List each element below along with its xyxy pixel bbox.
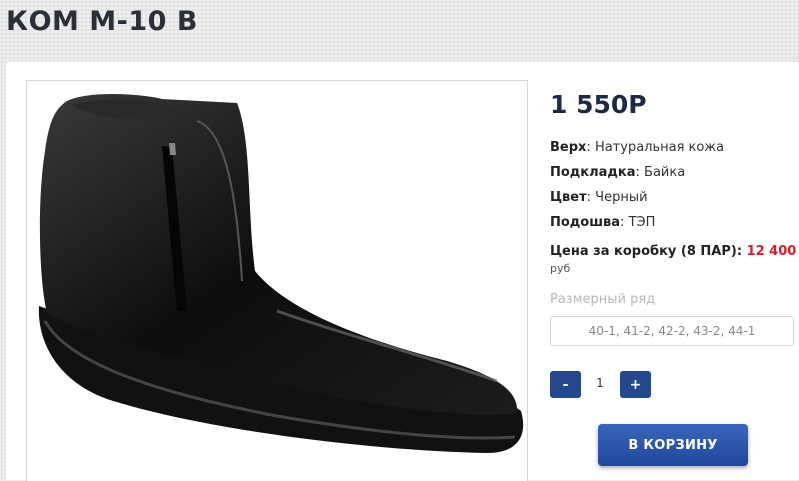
- box-price: Цена за коробку (8 ПАР): 12 400: [550, 244, 796, 259]
- spec-color: Цвет: Черный: [550, 190, 648, 205]
- spec-label: Верх: [550, 140, 587, 155]
- product-price: 1 550Р: [550, 90, 647, 119]
- quantity-minus-button[interactable]: -: [550, 371, 581, 398]
- spec-value: Байка: [644, 165, 686, 180]
- boot-icon: [38, 94, 524, 453]
- box-price-value: 12 400: [746, 244, 797, 259]
- product-title: КОМ М-10 В: [6, 6, 198, 37]
- spec-value: Натуральная кожа: [594, 140, 725, 155]
- spec-lining: Подкладка: Байка: [550, 165, 686, 180]
- size-range-field[interactable]: 40-1, 41-2, 42-2, 43-2, 44-1: [550, 316, 794, 346]
- spec-label: Подкладка: [550, 165, 636, 180]
- box-price-label: Цена за коробку (8 ПАР):: [550, 244, 743, 259]
- quantity-value[interactable]: 1: [594, 376, 606, 390]
- spec-sole: Подошва: ТЭП: [550, 215, 656, 230]
- size-range-label: Размерный ряд: [550, 292, 656, 307]
- product-card: 1 550Р Верх: Натуральная кожа Подкладка:…: [6, 62, 799, 481]
- add-to-cart-button[interactable]: В КОРЗИНУ: [598, 424, 748, 466]
- spec-value: Черный: [595, 190, 648, 205]
- spec-upper: Верх: Натуральная кожа: [550, 140, 725, 155]
- spec-label: Цвет: [550, 190, 587, 205]
- quantity-plus-button[interactable]: +: [620, 371, 651, 398]
- spec-label: Подошва: [550, 215, 621, 230]
- spec-value: ТЭП: [628, 215, 656, 230]
- product-image[interactable]: [26, 80, 528, 481]
- box-price-currency: руб: [550, 262, 571, 275]
